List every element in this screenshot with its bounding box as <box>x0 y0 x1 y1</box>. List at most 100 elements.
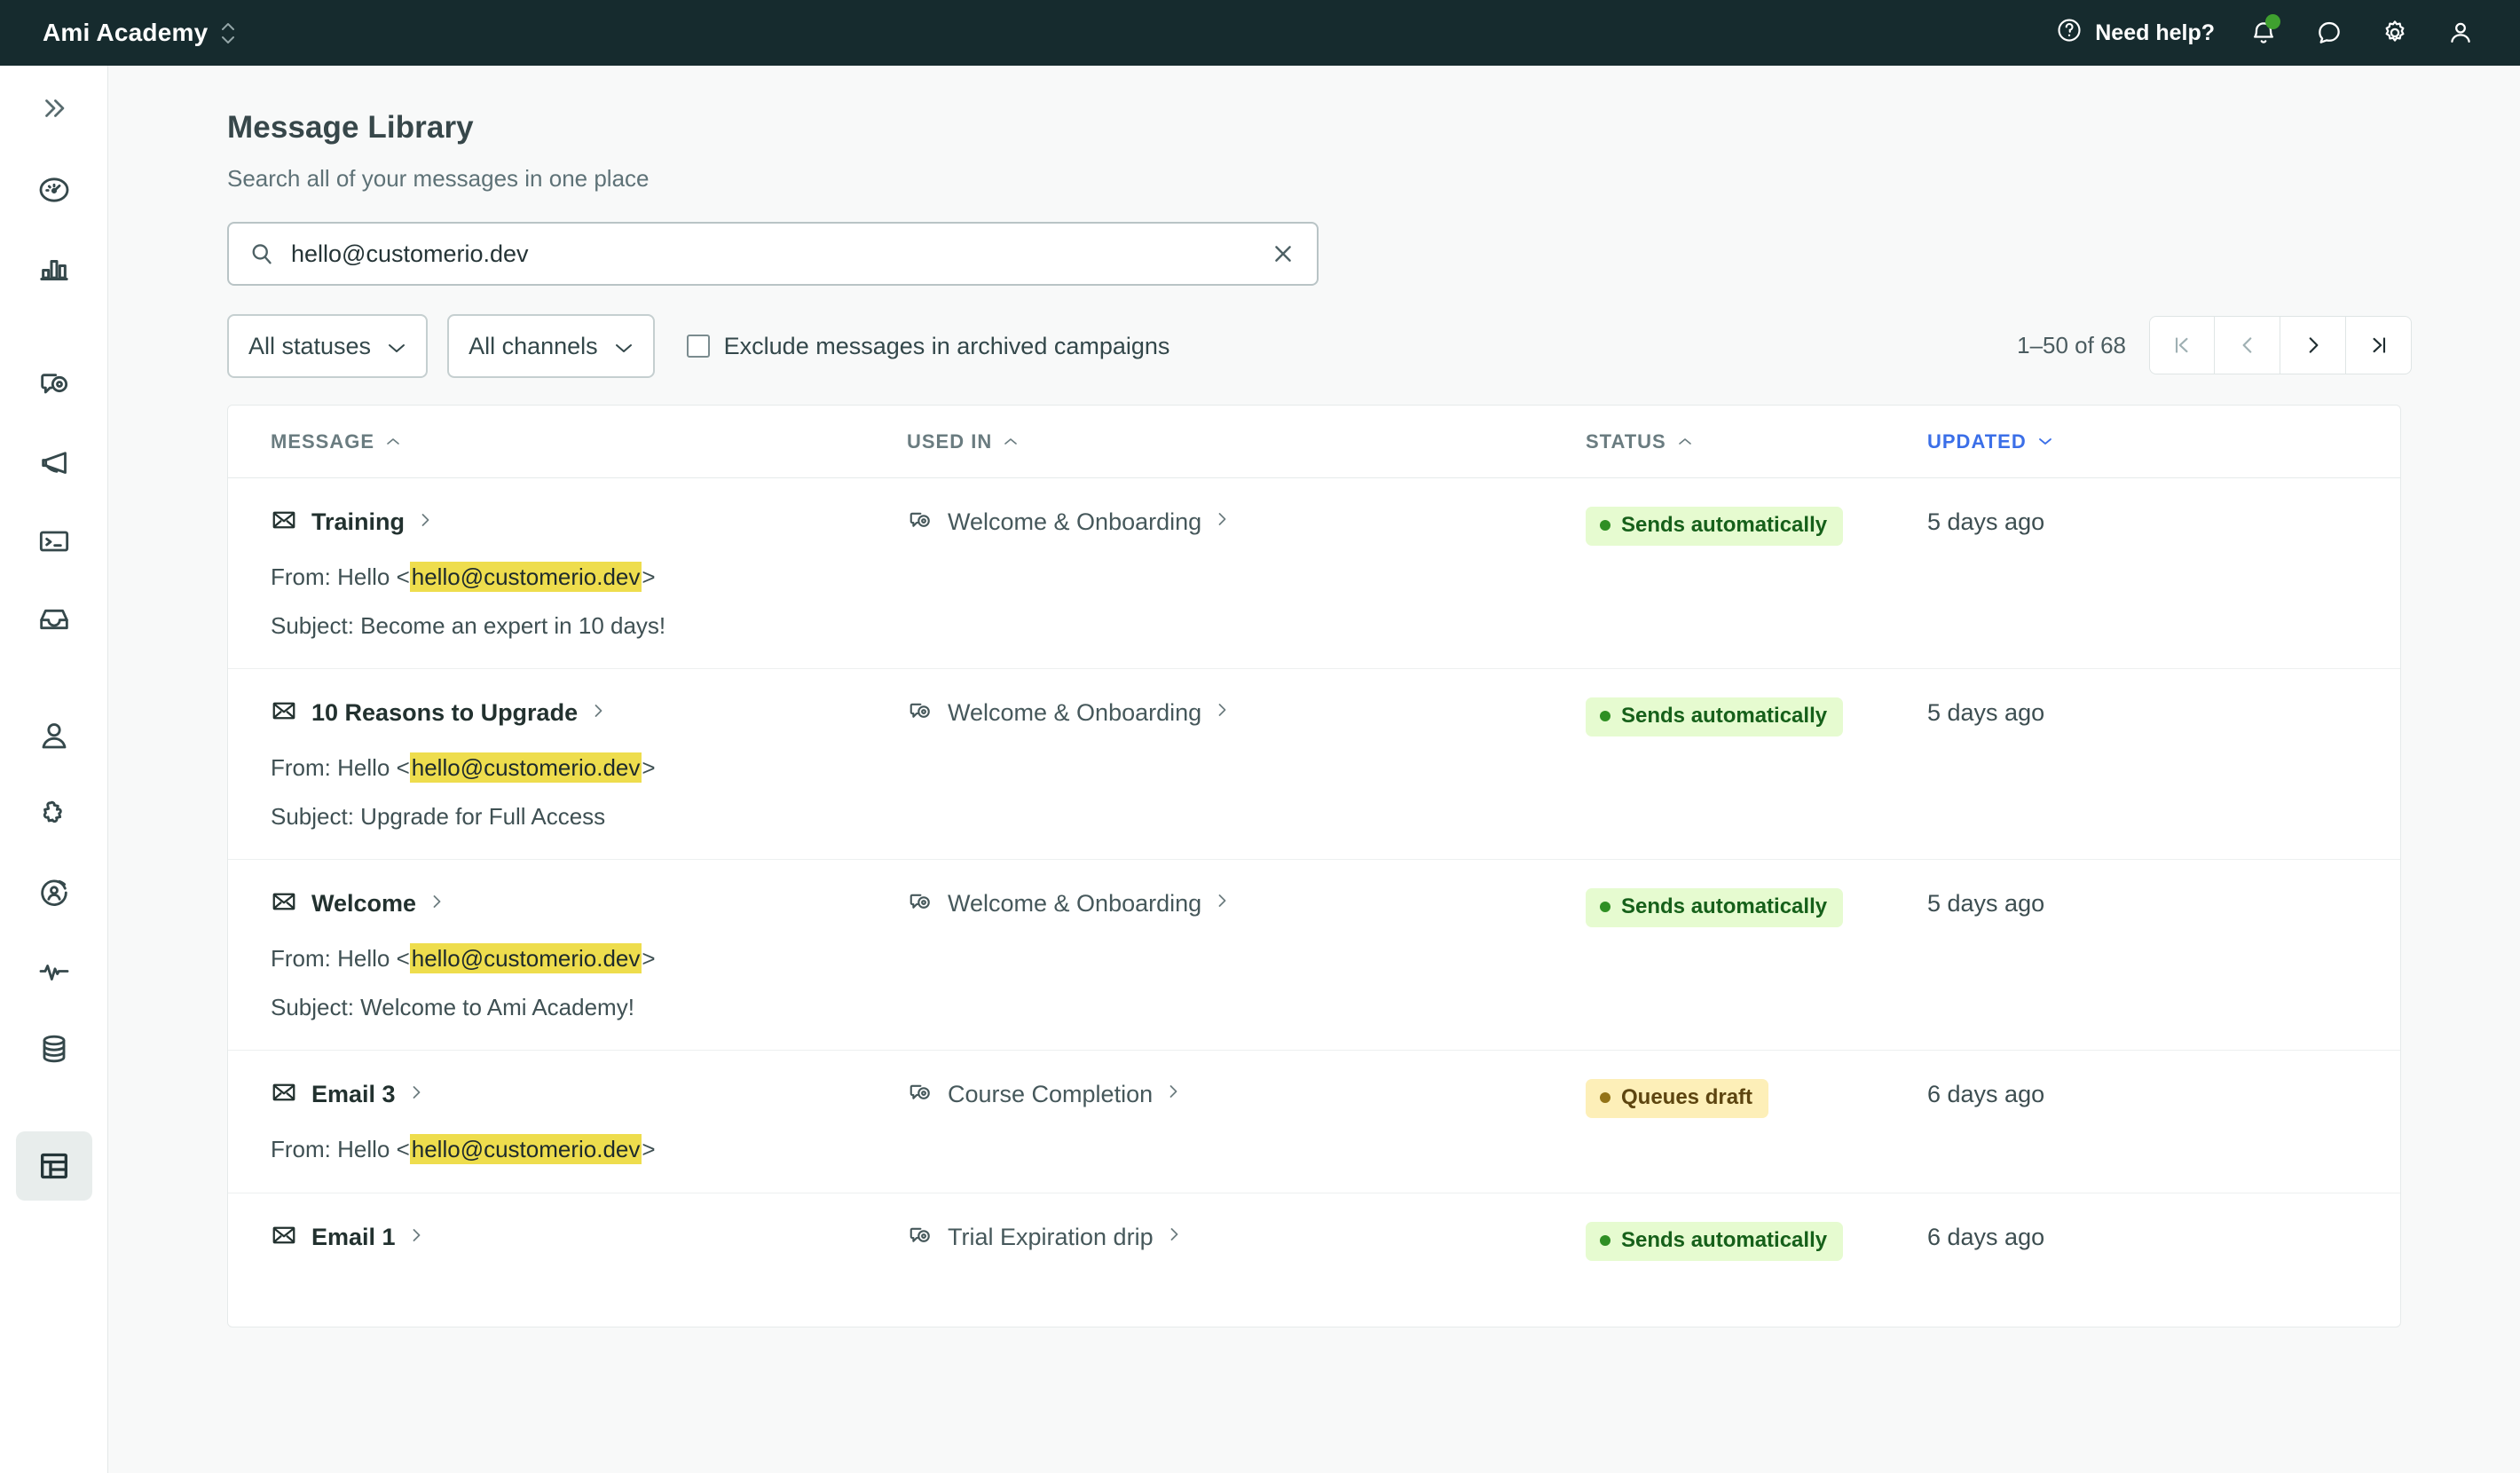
message-from-line: From: Hello <hello@customerio.dev> <box>271 1134 656 1164</box>
status-badge: Sends automatically <box>1586 507 1844 546</box>
message-title-link[interactable]: Email 1 <box>271 1222 907 1253</box>
sidebar-item-message-library[interactable] <box>0 1127 108 1205</box>
sort-asc-icon <box>387 438 399 445</box>
pagination-buttons <box>2149 316 2412 374</box>
column-header-updated[interactable]: UPDATED <box>1927 430 2287 453</box>
need-help-label: Need help? <box>2095 20 2215 45</box>
megaphone-icon <box>16 429 92 498</box>
chevron-right-icon <box>1167 1081 1179 1107</box>
status-cell: Sends automatically <box>1586 507 1927 640</box>
search-match-highlight: hello@customerio.dev <box>409 752 642 783</box>
sidebar-item-integrations[interactable] <box>0 776 108 854</box>
notifications-button[interactable] <box>2231 0 2296 66</box>
sidebar-item-analytics[interactable] <box>0 229 108 307</box>
sidebar-divider-3 <box>0 1088 107 1127</box>
column-header-used-in[interactable]: USED IN <box>907 430 1586 453</box>
message-title-link[interactable]: Training <box>271 507 907 538</box>
person-circle-icon <box>16 858 92 927</box>
status-cell: Queues draft <box>1586 1079 1927 1164</box>
main-content: Message Library Search all of your messa… <box>108 66 2520 1473</box>
chevron-right-icon <box>410 1082 422 1107</box>
pulse-icon <box>16 936 92 1005</box>
last-page-icon[interactable] <box>2346 316 2412 374</box>
chevron-down-icon <box>387 333 406 360</box>
table-body: Training From: Hello <hello@customerio.d… <box>228 478 2400 1327</box>
chevron-right-icon <box>430 891 443 917</box>
message-title: 10 Reasons to Upgrade <box>311 699 579 726</box>
message-eye-icon <box>907 1081 933 1112</box>
settings-button[interactable] <box>2362 0 2428 66</box>
bar-chart-icon <box>16 233 92 303</box>
message-title: Training <box>311 508 406 535</box>
table-row[interactable]: Training From: Hello <hello@customerio.d… <box>228 478 2400 669</box>
chat-button[interactable] <box>2296 0 2362 66</box>
sidebar-item-activity[interactable] <box>0 932 108 1010</box>
sidebar-collapse-toggle[interactable] <box>0 66 108 151</box>
updated-cell: 5 days ago <box>1927 890 2045 917</box>
channel-filter-dropdown[interactable]: All channels <box>447 314 655 378</box>
notification-badge <box>2265 14 2280 29</box>
status-dot-icon <box>1600 1234 1610 1246</box>
sidebar-item-transactional[interactable] <box>0 502 108 580</box>
updated-cell: 5 days ago <box>1927 699 2045 726</box>
used-in-cell[interactable]: Course Completion <box>907 1079 1586 1164</box>
sidebar-item-dashboard[interactable] <box>0 151 108 229</box>
table-row[interactable]: Email 3 From: Hello <hello@customerio.de… <box>228 1051 2400 1193</box>
chevron-right-icon[interactable] <box>2280 316 2346 374</box>
chevron-updown-icon <box>220 22 236 44</box>
exclude-archived-label: Exclude messages in archived campaigns <box>723 332 1170 359</box>
column-header-status[interactable]: STATUS <box>1586 430 1927 453</box>
message-cell: Email 3 From: Hello <hello@customerio.de… <box>228 1079 907 1164</box>
sidebar-item-broadcasts[interactable] <box>0 424 108 502</box>
person-icon <box>16 702 92 771</box>
search-input[interactable] <box>291 240 1271 268</box>
message-subject-line: Subject: Upgrade for Full Access <box>271 802 606 830</box>
search-bar[interactable] <box>227 222 1319 286</box>
used-in-cell[interactable]: Welcome & Onboarding <box>907 888 1586 1021</box>
used-in-cell[interactable]: Welcome & Onboarding <box>907 697 1586 831</box>
exclude-archived-checkbox[interactable]: Exclude messages in archived campaigns <box>686 332 1170 360</box>
chevron-left-icon[interactable] <box>2215 316 2280 374</box>
workspace-switcher[interactable]: Ami Academy <box>43 19 236 47</box>
sidebar-item-journeys[interactable] <box>0 346 108 424</box>
message-title-link[interactable]: Welcome <box>271 888 907 919</box>
message-title: Email 1 <box>311 1223 396 1250</box>
used-in-cell[interactable]: Trial Expiration drip <box>907 1222 1586 1298</box>
column-label: STATUS <box>1586 429 1666 453</box>
sidebar-divider <box>0 307 107 346</box>
message-from-line: From: Hello <hello@customerio.dev> <box>271 943 656 973</box>
first-page-icon[interactable] <box>2149 316 2215 374</box>
sidebar-item-people[interactable] <box>0 697 108 776</box>
message-cell: Welcome From: Hello <hello@customerio.de… <box>228 888 907 1021</box>
account-button[interactable] <box>2428 0 2493 66</box>
envelope-icon <box>271 697 297 729</box>
used-in-cell[interactable]: Welcome & Onboarding <box>907 507 1586 640</box>
checkbox-box[interactable] <box>686 335 710 358</box>
status-label: Sends automatically <box>1621 894 1828 918</box>
envelope-icon <box>271 888 297 919</box>
inbox-tray-icon <box>16 585 92 654</box>
message-eye-icon <box>907 890 933 921</box>
message-title-link[interactable]: 10 Reasons to Upgrade <box>271 697 907 729</box>
sidebar-item-data[interactable] <box>0 1010 108 1088</box>
search-icon <box>248 240 275 267</box>
sidebar-item-inbox[interactable] <box>0 580 108 658</box>
table-row[interactable]: Welcome From: Hello <hello@customerio.de… <box>228 860 2400 1051</box>
search-match-highlight: hello@customerio.dev <box>409 1134 642 1164</box>
close-icon[interactable] <box>1271 241 1295 266</box>
status-badge: Sends automatically <box>1586 697 1844 736</box>
column-label: USED IN <box>907 429 993 453</box>
message-title-link[interactable]: Email 3 <box>271 1079 907 1110</box>
table-row[interactable]: Email 1 Trial Expiration drip Sends auto… <box>228 1193 2400 1327</box>
column-header-message[interactable]: MESSAGE <box>228 430 907 453</box>
used-in-label: Welcome & Onboarding <box>948 890 1202 917</box>
message-eye-icon <box>907 699 933 730</box>
page-title: Message Library <box>227 110 474 145</box>
status-label: Queues draft <box>1621 1085 1753 1109</box>
sort-asc-icon <box>1004 438 1018 445</box>
status-cell: Sends automatically <box>1586 1221 1927 1298</box>
status-filter-dropdown[interactable]: All statuses <box>227 314 429 378</box>
sidebar-item-segments[interactable] <box>0 854 108 932</box>
need-help-button[interactable]: Need help? <box>2040 8 2231 59</box>
table-row[interactable]: 10 Reasons to Upgrade From: Hello <hello… <box>228 669 2400 860</box>
